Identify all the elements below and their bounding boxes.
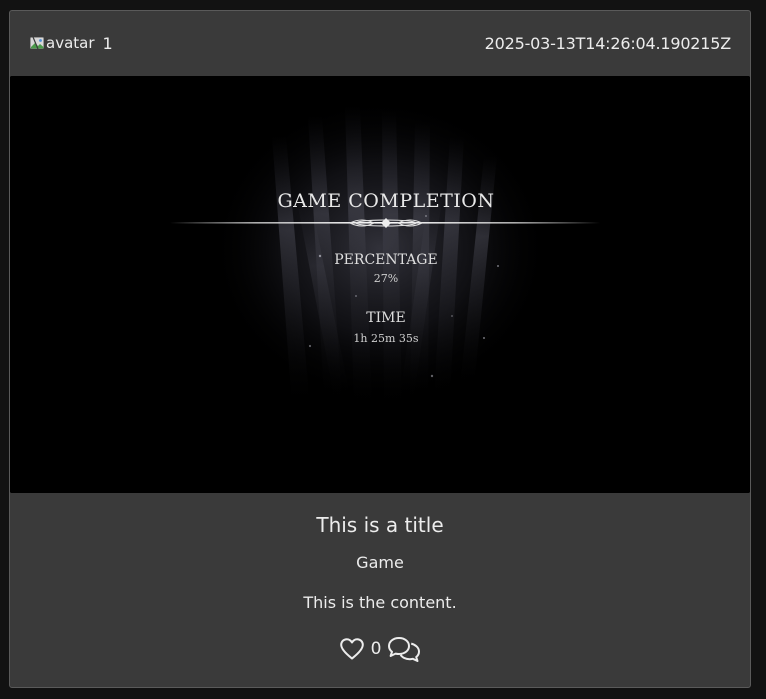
post-title[interactable]: This is a title [10,513,750,537]
author-info[interactable]: avatar 1 [30,33,113,53]
post-content: This is the content. [303,593,457,612]
post-timestamp: 2025-03-13T14:26:04.190215Z [484,34,732,53]
post-category: Game [356,553,404,572]
heart-icon[interactable] [339,637,365,661]
post-actions: 0 [10,635,750,663]
post-header: avatar 1 2025-03-13T14:26:04.190215Z [10,11,750,76]
image-heading: GAME COMPLETION [278,190,495,212]
comments-icon[interactable] [387,635,421,663]
avatar-alt-text: avatar [46,34,95,52]
percentage-value: 27% [374,272,398,285]
avatar[interactable]: avatar [30,33,95,53]
post-card: avatar 1 2025-03-13T14:26:04.190215Z GAM… [9,10,751,688]
like-button[interactable] [339,637,365,661]
game-completion-screenshot: GAME COMPLETION PERCENTAGE 27% TIME 1h 2… [10,76,750,493]
post-image: GAME COMPLETION PERCENTAGE 27% TIME 1h 2… [10,76,750,493]
percentage-label: PERCENTAGE [334,252,437,268]
broken-image-icon [30,36,44,50]
comment-button[interactable] [387,635,421,663]
time-label: TIME [366,310,405,326]
author-user-id[interactable]: 1 [103,34,113,53]
time-value: 1h 25m 35s [353,332,419,345]
like-count: 0 [370,639,382,659]
